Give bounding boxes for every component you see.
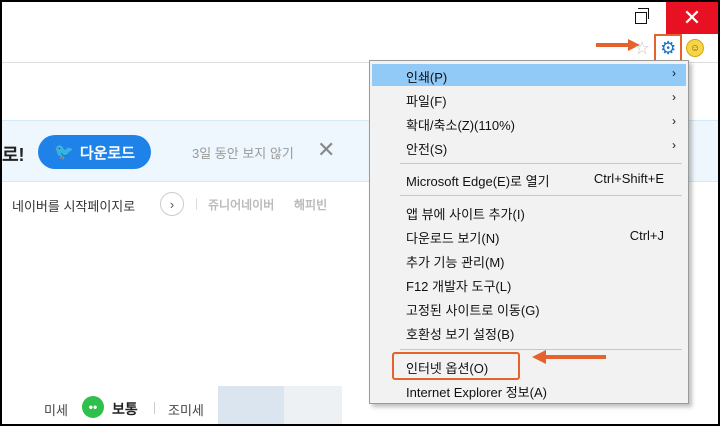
pm25-status-box bbox=[218, 386, 284, 424]
download-button-label: 다운로드 bbox=[79, 144, 136, 162]
menu-item-safety[interactable]: 안전(S) › bbox=[372, 136, 686, 158]
menu-item-compat-view[interactable]: 호환성 보기 설정(B) bbox=[372, 321, 686, 343]
menu-item-zoom[interactable]: 확대/축소(Z)(110%) › bbox=[372, 112, 686, 134]
menu-item-about-ie[interactable]: Internet Explorer 정보(A) bbox=[372, 379, 686, 401]
gear-icon: ⚙ bbox=[660, 37, 677, 58]
feedback-smiley-icon[interactable]: ☺ bbox=[686, 39, 705, 57]
menu-item-dev-tools[interactable]: F12 개발자 도구(L) bbox=[372, 273, 686, 295]
menu-item-label: 안전(S) bbox=[406, 142, 448, 157]
menu-separator bbox=[400, 195, 682, 196]
banner-text: 로! bbox=[2, 145, 25, 165]
menu-item-label: F12 개발자 도구(L) bbox=[406, 279, 512, 294]
menu-item-label: Microsoft Edge(E)로 열기 bbox=[406, 174, 550, 189]
nav-divider bbox=[196, 198, 197, 210]
submenu-chevron-icon: › bbox=[672, 114, 676, 128]
banner-close-icon[interactable]: ✕ bbox=[317, 137, 335, 163]
download-button[interactable]: 🐦 다운로드 bbox=[38, 135, 151, 169]
junior-naver-link[interactable]: 쥬니어네이버 bbox=[208, 196, 274, 213]
submenu-chevron-icon: › bbox=[672, 138, 676, 152]
menu-item-file[interactable]: 파일(F) › bbox=[372, 88, 686, 110]
menu-item-manage-addons[interactable]: 추가 기능 관리(M) bbox=[372, 249, 686, 271]
menu-item-label: 확대/축소(Z)(110%) bbox=[406, 118, 515, 133]
set-homepage-link[interactable]: 네이버를 시작페이지로 bbox=[12, 196, 135, 215]
menu-item-label: 앱 뷰에 사이트 추가(I) bbox=[406, 207, 525, 222]
menu-item-view-downloads[interactable]: 다운로드 보기(N) Ctrl+J bbox=[372, 225, 686, 247]
tools-gear-button[interactable]: ⚙ bbox=[654, 34, 683, 62]
menu-item-pinned-sites[interactable]: 고정된 사이트로 이동(G) bbox=[372, 297, 686, 319]
submenu-chevron-icon: › bbox=[672, 66, 676, 80]
menu-item-label: 파일(F) bbox=[406, 94, 447, 109]
pm25-label: 조미세 bbox=[168, 403, 204, 418]
pm25-status-box-secondary bbox=[284, 386, 342, 424]
menu-item-label: 호환성 보기 설정(B) bbox=[406, 327, 515, 342]
menu-item-label: 고정된 사이트로 이동(G) bbox=[406, 303, 540, 318]
menu-item-label: 추가 기능 관리(M) bbox=[406, 255, 505, 270]
menu-item-open-edge[interactable]: Microsoft Edge(E)로 열기 Ctrl+Shift+E bbox=[372, 168, 686, 190]
menu-separator bbox=[400, 163, 682, 164]
pm10-status: 보통 bbox=[112, 401, 138, 417]
menu-item-label: Internet Explorer 정보(A) bbox=[406, 385, 547, 400]
restore-button[interactable] bbox=[618, 2, 664, 34]
restore-icon bbox=[635, 8, 649, 24]
tools-menu: 인쇄(P) › 파일(F) › 확대/축소(Z)(110%) › 안전(S) ›… bbox=[369, 60, 689, 404]
menu-item-shortcut: Ctrl+Shift+E bbox=[593, 171, 664, 186]
menu-item-print[interactable]: 인쇄(P) › bbox=[372, 64, 686, 86]
favorites-star-icon[interactable]: ☆ bbox=[634, 38, 650, 59]
menu-item-add-app-view[interactable]: 앱 뷰에 사이트 추가(I) bbox=[372, 201, 686, 223]
menu-item-label: 다운로드 보기(N) bbox=[406, 231, 500, 246]
whale-bird-icon: 🐦 bbox=[53, 144, 74, 161]
next-chevron-icon[interactable]: › bbox=[160, 192, 184, 216]
hide-3-days-link[interactable]: 3일 동안 보지 않기 bbox=[192, 143, 294, 162]
pm10-label: 미세 bbox=[44, 403, 68, 418]
menu-item-label: 인쇄(P) bbox=[406, 70, 448, 85]
close-button[interactable]: ✕ bbox=[666, 2, 718, 34]
submenu-chevron-icon: › bbox=[672, 90, 676, 104]
toolbar-icons: ☆ ⚙ ☺ bbox=[634, 34, 705, 62]
annotation-highlight-box bbox=[392, 352, 520, 380]
close-icon: ✕ bbox=[682, 5, 702, 30]
menu-item-shortcut: Ctrl+J bbox=[629, 228, 664, 243]
happybean-link[interactable]: 해피빈 bbox=[294, 196, 327, 213]
dust-divider bbox=[154, 402, 155, 414]
annotation-arrow-icon bbox=[532, 350, 606, 364]
status-face-icon: •• bbox=[82, 396, 104, 418]
browser-window: ✕ ☆ ⚙ ☺ 로! 🐦 다운로드 3일 동안 보지 않기 ✕ 네이버를 시작페… bbox=[0, 0, 720, 426]
